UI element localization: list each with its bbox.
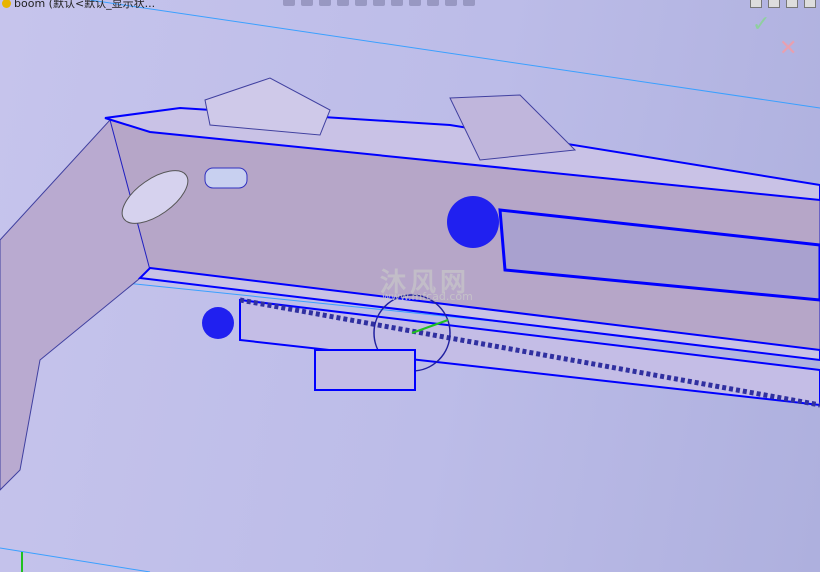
hide-show-icon[interactable] (409, 0, 421, 6)
edit-appearance-icon[interactable] (427, 0, 439, 6)
section-view-icon[interactable] (337, 0, 349, 6)
document-title: boom (默认<默认_显示状... (2, 0, 155, 11)
view-orientation-icon[interactable] (373, 0, 385, 6)
restore-icon[interactable] (750, 0, 762, 8)
apply-scene-icon[interactable] (445, 0, 457, 6)
tile-icon[interactable] (768, 0, 780, 8)
minimize-icon[interactable] (786, 0, 798, 8)
zoom-to-fit-icon[interactable] (283, 0, 295, 6)
trolley[interactable] (314, 349, 416, 391)
dynamic-annotation-icon[interactable] (355, 0, 367, 6)
pin (204, 167, 248, 189)
view-settings-icon[interactable] (463, 0, 475, 6)
pulley[interactable] (447, 196, 499, 248)
display-style-icon[interactable] (391, 0, 403, 6)
previous-view-icon[interactable] (319, 0, 331, 6)
window-controls (750, 0, 816, 8)
maximize-icon[interactable] (804, 0, 816, 8)
cancel-x-icon[interactable]: ✕ (779, 36, 797, 61)
sprocket[interactable] (202, 307, 234, 339)
zoom-area-icon[interactable] (301, 0, 313, 6)
ok-check-icon[interactable]: ✓ (752, 12, 770, 37)
bracket (204, 77, 331, 136)
part-icon (2, 0, 11, 8)
sketch-line (89, 0, 820, 109)
watermark-url: www.mfcad.com (382, 290, 473, 303)
heads-up-toolbar (283, 0, 475, 6)
